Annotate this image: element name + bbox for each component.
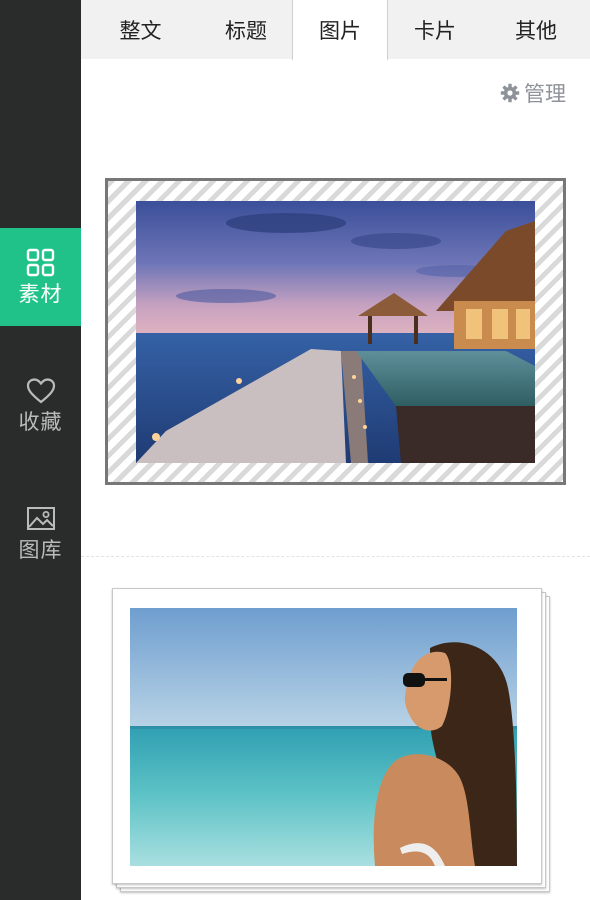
sidebar-item-gallery[interactable]: 图库 xyxy=(0,484,81,582)
sidebar: 素材 收藏 图库 xyxy=(0,0,81,900)
tab-label: 卡片 xyxy=(414,18,456,43)
tab-label: 其他 xyxy=(515,18,557,43)
image-icon xyxy=(26,504,56,534)
heart-icon xyxy=(26,376,56,406)
resort-photo xyxy=(136,201,535,463)
tab-title[interactable]: 标题 xyxy=(200,0,292,59)
tab-other[interactable]: 其他 xyxy=(482,0,590,59)
category-tabs: 整文 标题 图片 卡片 其他 xyxy=(81,0,590,60)
tab-label: 图片 xyxy=(319,19,361,43)
photo-stack-front xyxy=(112,588,542,884)
sidebar-item-favorites[interactable]: 收藏 xyxy=(0,356,81,454)
tab-card[interactable]: 卡片 xyxy=(388,0,482,59)
image-template-stacked-photo[interactable] xyxy=(112,588,552,893)
gear-icon xyxy=(500,83,520,103)
tab-label: 标题 xyxy=(225,18,267,43)
sidebar-item-materials[interactable]: 素材 xyxy=(0,228,81,326)
sidebar-item-label: 图库 xyxy=(18,538,63,562)
tab-image[interactable]: 图片 xyxy=(292,0,388,60)
beach-photo xyxy=(130,608,517,866)
grid-icon xyxy=(26,248,56,278)
divider xyxy=(81,556,590,557)
manage-button[interactable]: 管理 xyxy=(500,78,566,108)
sidebar-item-label: 收藏 xyxy=(18,410,63,434)
image-template-striped-frame[interactable] xyxy=(105,178,566,485)
sidebar-item-label: 素材 xyxy=(18,282,63,306)
tab-full-article[interactable]: 整文 xyxy=(81,0,200,59)
manage-label: 管理 xyxy=(524,82,566,106)
tab-label: 整文 xyxy=(119,18,162,43)
